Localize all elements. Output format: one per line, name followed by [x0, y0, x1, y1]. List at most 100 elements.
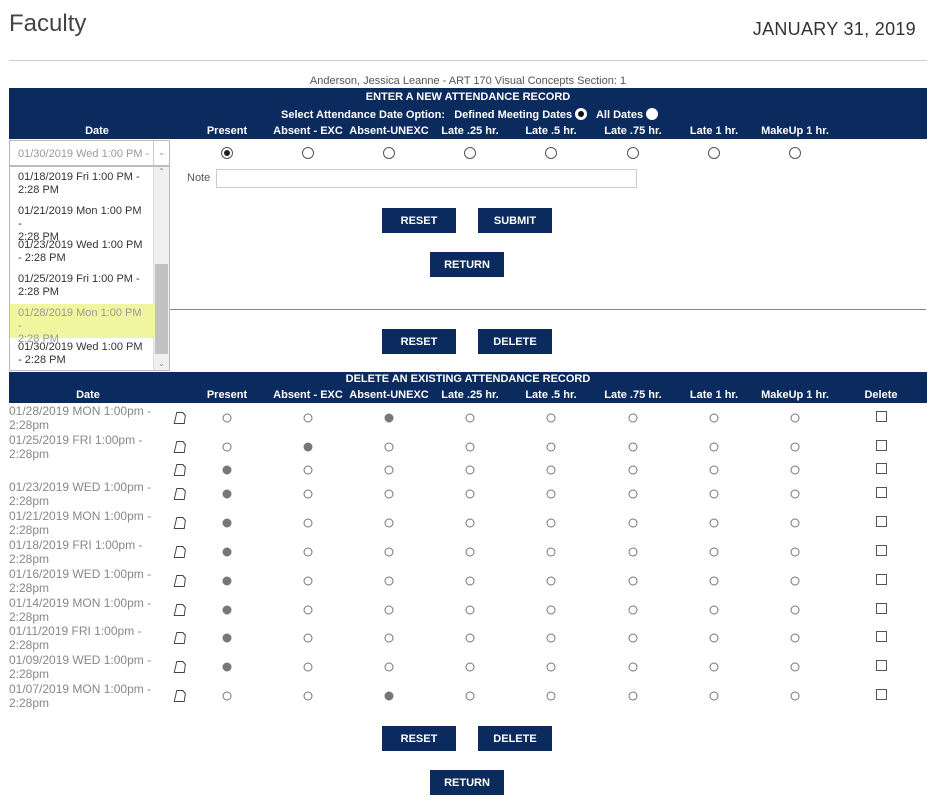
submit-button[interactable]: SUBMIT: [478, 208, 552, 233]
row-status-radio[interactable]: [384, 576, 394, 586]
row-status-radio[interactable]: [709, 465, 719, 475]
row-status-radio[interactable]: [709, 547, 719, 557]
row-status-radio[interactable]: [384, 518, 394, 528]
row-status-radio[interactable]: [628, 633, 638, 643]
row-status-radio[interactable]: [546, 489, 556, 499]
delete-button[interactable]: DELETE: [478, 726, 552, 751]
row-status-radio[interactable]: [222, 518, 232, 528]
reset-button[interactable]: RESET: [382, 208, 456, 233]
delete-button[interactable]: DELETE: [478, 329, 552, 354]
row-status-radio[interactable]: [465, 576, 475, 586]
edit-record-icon[interactable]: [172, 411, 186, 425]
edit-record-icon[interactable]: [172, 545, 186, 559]
row-status-radio[interactable]: [303, 662, 313, 672]
row-status-radio[interactable]: [790, 691, 800, 701]
row-status-radio[interactable]: [384, 633, 394, 643]
edit-record-icon[interactable]: [172, 574, 186, 588]
row-status-radio[interactable]: [465, 413, 475, 423]
date-option[interactable]: 01/28/2019 Mon 1:00 PM -2:28 PM: [10, 304, 155, 345]
row-status-radio[interactable]: [546, 691, 556, 701]
delete-checkbox[interactable]: [876, 545, 887, 556]
row-status-radio[interactable]: [628, 465, 638, 475]
row-status-radio[interactable]: [384, 691, 394, 701]
row-status-radio[interactable]: [790, 576, 800, 586]
row-status-radio[interactable]: [465, 489, 475, 499]
row-status-radio[interactable]: [628, 691, 638, 701]
row-status-radio[interactable]: [384, 547, 394, 557]
row-status-radio[interactable]: [465, 662, 475, 672]
scrollbar-thumb[interactable]: [155, 264, 168, 354]
row-status-radio[interactable]: [303, 518, 313, 528]
edit-record-icon[interactable]: [172, 440, 186, 454]
status-radio-absent-unexc[interactable]: [383, 147, 395, 159]
row-status-radio[interactable]: [303, 576, 313, 586]
row-status-radio[interactable]: [384, 489, 394, 499]
row-status-radio[interactable]: [465, 605, 475, 615]
row-status-radio[interactable]: [384, 413, 394, 423]
row-status-radio[interactable]: [222, 413, 232, 423]
row-status-radio[interactable]: [222, 489, 232, 499]
status-radio-present[interactable]: [221, 147, 233, 159]
row-status-radio[interactable]: [790, 465, 800, 475]
date-select[interactable]: 01/30/2019 Wed 1:00 PM - ⌄: [9, 140, 170, 166]
status-radio-late-5-hr[interactable]: [545, 147, 557, 159]
defined-dates-radio[interactable]: [575, 108, 588, 120]
row-status-radio[interactable]: [790, 547, 800, 557]
row-status-radio[interactable]: [384, 442, 394, 452]
row-status-radio[interactable]: [384, 605, 394, 615]
row-status-radio[interactable]: [303, 413, 313, 423]
delete-checkbox[interactable]: [876, 440, 887, 451]
row-status-radio[interactable]: [546, 518, 556, 528]
delete-checkbox[interactable]: [876, 631, 887, 642]
row-status-radio[interactable]: [628, 413, 638, 423]
row-status-radio[interactable]: [465, 442, 475, 452]
edit-record-icon[interactable]: [172, 660, 186, 674]
row-status-radio[interactable]: [628, 518, 638, 528]
row-status-radio[interactable]: [465, 691, 475, 701]
row-status-radio[interactable]: [384, 465, 394, 475]
row-status-radio[interactable]: [790, 442, 800, 452]
row-status-radio[interactable]: [222, 576, 232, 586]
status-radio-late-25-hr[interactable]: [464, 147, 476, 159]
delete-checkbox[interactable]: [876, 463, 887, 474]
row-status-radio[interactable]: [546, 576, 556, 586]
chevron-down-icon[interactable]: ⌄: [153, 141, 169, 165]
row-status-radio[interactable]: [465, 547, 475, 557]
row-status-radio[interactable]: [222, 633, 232, 643]
status-radio-late-1-hr[interactable]: [708, 147, 720, 159]
row-status-radio[interactable]: [546, 633, 556, 643]
row-status-radio[interactable]: [709, 489, 719, 499]
row-status-radio[interactable]: [790, 518, 800, 528]
row-status-radio[interactable]: [465, 518, 475, 528]
row-status-radio[interactable]: [222, 691, 232, 701]
row-status-radio[interactable]: [546, 465, 556, 475]
edit-record-icon[interactable]: [172, 487, 186, 501]
scrollbar[interactable]: ⌃ ⌄: [153, 167, 169, 370]
row-status-radio[interactable]: [222, 442, 232, 452]
delete-checkbox[interactable]: [876, 603, 887, 614]
all-dates-radio[interactable]: [646, 108, 659, 120]
scroll-down-icon[interactable]: ⌄: [154, 359, 169, 368]
row-status-radio[interactable]: [709, 633, 719, 643]
row-status-radio[interactable]: [628, 662, 638, 672]
date-option[interactable]: 01/25/2019 Fri 1:00 PM -2:28 PM: [10, 270, 155, 304]
row-status-radio[interactable]: [546, 547, 556, 557]
row-status-radio[interactable]: [222, 465, 232, 475]
reset-button[interactable]: RESET: [382, 329, 456, 354]
delete-checkbox[interactable]: [876, 574, 887, 585]
row-status-radio[interactable]: [709, 518, 719, 528]
row-status-radio[interactable]: [709, 691, 719, 701]
edit-record-icon[interactable]: [172, 516, 186, 530]
delete-checkbox[interactable]: [876, 487, 887, 498]
row-status-radio[interactable]: [222, 662, 232, 672]
return-button[interactable]: RETURN: [430, 252, 504, 277]
row-status-radio[interactable]: [709, 576, 719, 586]
row-status-radio[interactable]: [790, 605, 800, 615]
row-status-radio[interactable]: [303, 605, 313, 615]
row-status-radio[interactable]: [709, 605, 719, 615]
row-status-radio[interactable]: [709, 413, 719, 423]
row-status-radio[interactable]: [628, 442, 638, 452]
edit-record-icon[interactable]: [172, 631, 186, 645]
row-status-radio[interactable]: [628, 605, 638, 615]
scroll-up-icon[interactable]: ⌃: [154, 167, 169, 176]
